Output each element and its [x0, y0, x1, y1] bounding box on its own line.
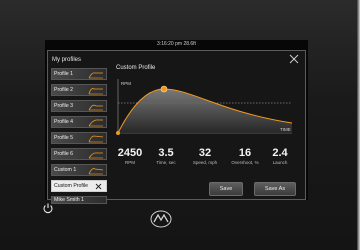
y-axis-label: RPM [121, 81, 131, 86]
profiles-sidebar: My profiles Profile 1 Profile 2 Profile … [49, 56, 108, 204]
profile-title: Custom Profile [116, 65, 156, 71]
profile-item-mike-smith-1[interactable]: Mike Smith 1 [51, 196, 107, 204]
stat-value: 2450 [117, 147, 143, 159]
start-handle[interactable] [116, 131, 120, 135]
stat-label: Time, sec [156, 160, 176, 165]
profile-item-2[interactable]: Profile 2 [51, 84, 107, 96]
close-icon[interactable] [95, 183, 102, 190]
profile-label: Custom 1 [54, 167, 77, 173]
stat-label: Launch [272, 160, 288, 165]
curve-icon [88, 135, 104, 143]
profile-label: Profile 6 [54, 151, 74, 157]
peak-handle[interactable] [160, 85, 168, 93]
profile-item-custom-1[interactable]: Custom 1 [51, 164, 107, 176]
sidebar-title: My profiles [52, 57, 82, 63]
profile-item-5[interactable]: Profile 5 [51, 132, 107, 144]
stat-value: 16 [238, 147, 252, 159]
profile-label: Profile 2 [54, 87, 74, 93]
curve-fill [118, 89, 292, 133]
profile-label: Profile 5 [54, 135, 74, 141]
stat-value: 3.5 [158, 147, 174, 159]
curve-icon [88, 104, 103, 111]
stat-label: RPM [125, 160, 135, 165]
save-as-button[interactable]: Save As [254, 182, 296, 196]
stat-speed: 32 Speed, mph [188, 147, 222, 166]
close-icon[interactable] [289, 54, 299, 64]
stat-value: 32 [198, 147, 212, 159]
profile-label: Custom Profile [54, 183, 89, 189]
profile-item-custom-profile[interactable]: Custom Profile [51, 180, 107, 192]
status-bar: 3:16:20 pm 28.6ft [157, 41, 196, 47]
profile-item-3[interactable]: Profile 3 [51, 100, 107, 112]
profile-item-1[interactable]: Profile 1 [51, 68, 107, 80]
profile-label: Profile 4 [54, 119, 74, 125]
brand-logo-icon [150, 210, 172, 228]
x-axis-label: TIME [280, 127, 291, 132]
stat-launch: 2.4 Launch [266, 147, 294, 166]
rpm-curve-chart[interactable]: RPM TIME [116, 77, 294, 137]
curve-icon [88, 152, 103, 159]
stat-time: 3.5 Time, sec [151, 147, 181, 166]
curve-icon [88, 88, 103, 95]
save-button[interactable]: Save [209, 182, 243, 196]
profile-label: Profile 1 [54, 71, 74, 77]
stat-label: Speed, mph [192, 160, 218, 165]
stat-label: Overshoot, % [231, 160, 259, 165]
power-icon[interactable] [42, 202, 54, 214]
stat-value: 2.4 [272, 147, 288, 159]
stat-overshoot: 16 Overshoot, % [227, 147, 263, 166]
stats-row: 2450 RPM 3.5 Time, sec 32 Speed, mph 16 … [116, 147, 296, 177]
profile-item-4[interactable]: Profile 4 [51, 116, 107, 128]
profile-label: Profile 3 [54, 103, 74, 109]
profiles-dialog: My profiles Profile 1 Profile 2 Profile … [47, 50, 306, 204]
curve-icon [88, 72, 103, 79]
profile-label: Mike Smith 1 [54, 197, 84, 203]
stat-rpm: 2450 RPM [116, 147, 144, 166]
curve-icon [88, 119, 103, 127]
profile-item-6[interactable]: Profile 6 [51, 148, 107, 160]
curve-icon [88, 168, 104, 175]
